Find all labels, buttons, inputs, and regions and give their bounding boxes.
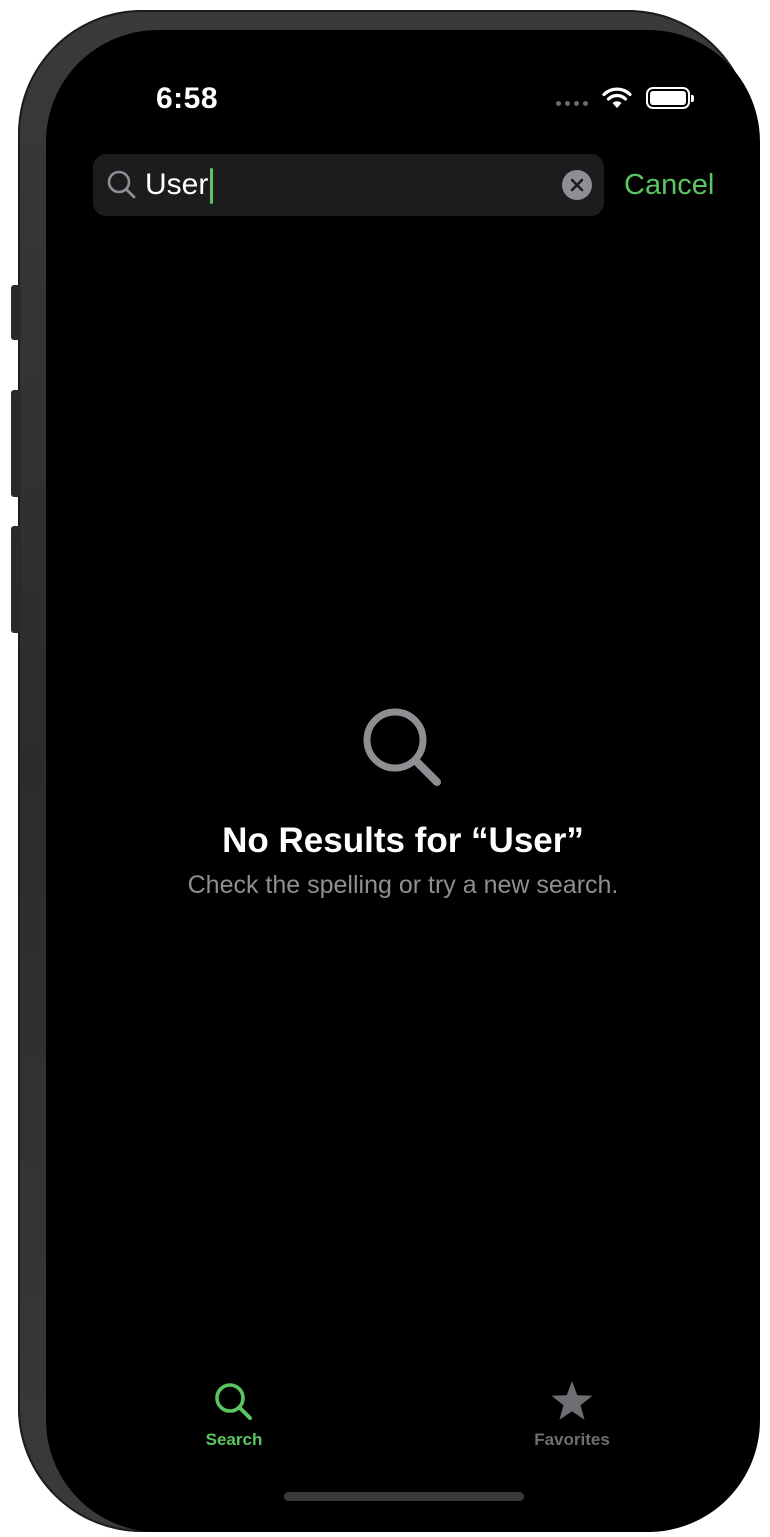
status-time: 6:58	[156, 82, 219, 115]
star-icon	[551, 1381, 593, 1420]
home-indicator[interactable]	[284, 1492, 524, 1501]
empty-state-subtitle: Check the spelling or try a new search.	[187, 871, 619, 899]
wifi-icon	[602, 87, 632, 108]
tab-search-label: Search	[205, 1430, 263, 1449]
device-frame: 6:58 User Cancel No Results for “User” C…	[11, 10, 760, 1532]
empty-state-title: No Results for “User”	[222, 821, 584, 860]
magnifying-glass-icon	[363, 708, 441, 786]
search-input[interactable]	[145, 154, 545, 216]
screen: 6:58 User Cancel No Results for “User” C…	[46, 30, 760, 1532]
cancel-button[interactable]: Cancel	[624, 163, 714, 207]
text-cursor	[210, 168, 214, 204]
empty-state: No Results for “User” Check the spelling…	[46, 705, 760, 900]
device-silent-switch	[11, 285, 21, 340]
search-icon	[107, 170, 136, 199]
device-volume-down-button	[11, 526, 21, 633]
close-icon	[570, 178, 584, 192]
search-field[interactable]	[93, 154, 604, 216]
tab-favorites[interactable]: Favorites	[502, 1380, 642, 1450]
tab-favorites-label: Favorites	[534, 1430, 610, 1449]
battery-icon	[646, 87, 694, 109]
search-icon	[215, 1383, 252, 1420]
status-icons	[556, 86, 694, 110]
clear-search-button[interactable]	[562, 170, 592, 200]
tab-search[interactable]: Search	[164, 1380, 304, 1450]
device-volume-up-button	[11, 390, 21, 497]
cellular-signal-icon	[556, 100, 588, 106]
